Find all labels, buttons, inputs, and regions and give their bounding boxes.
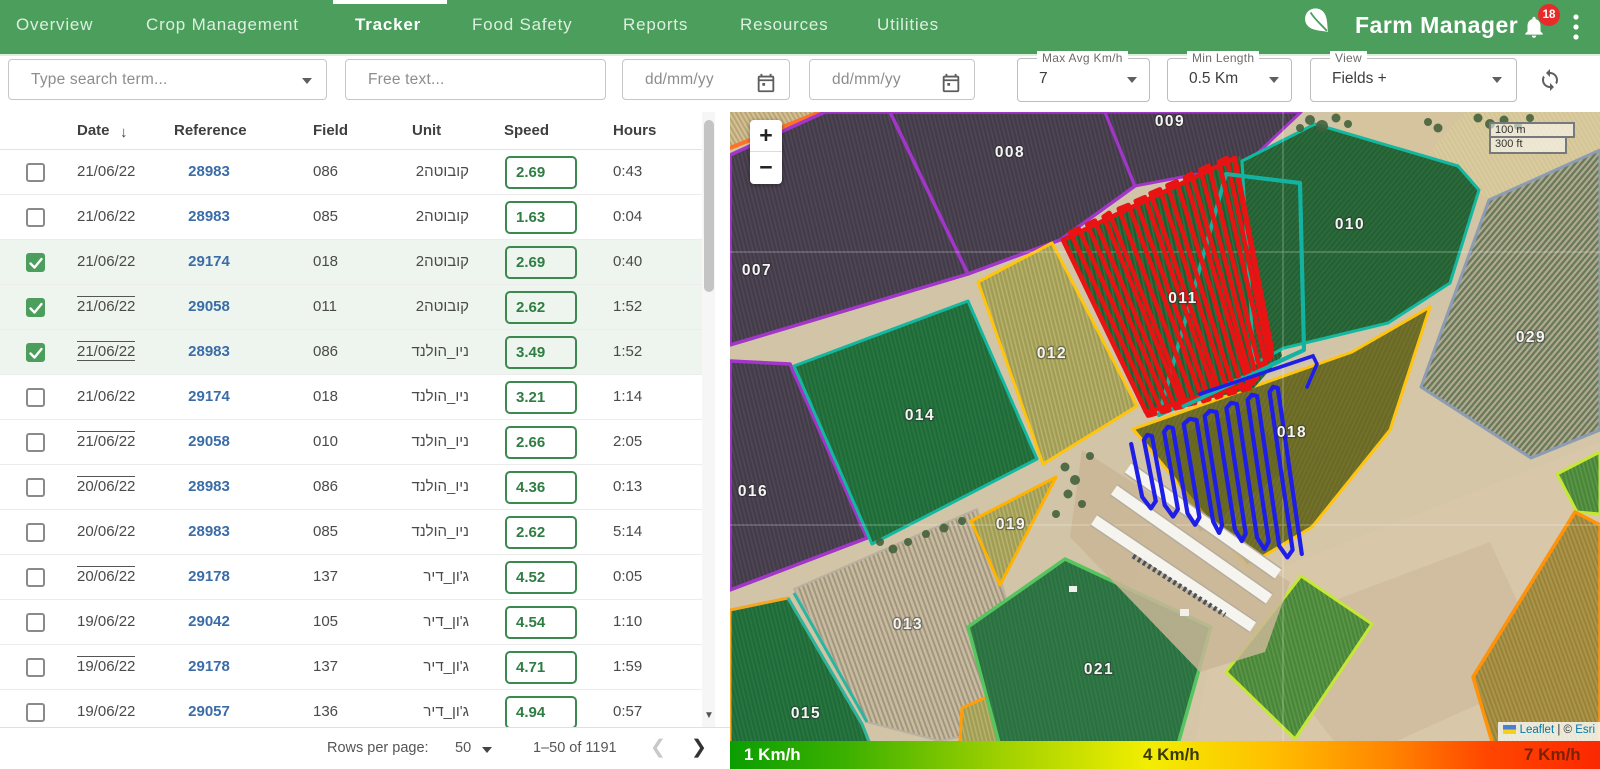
svg-text:015: 015	[791, 705, 821, 722]
svg-text:021: 021	[1084, 661, 1114, 678]
svg-text:008: 008	[995, 144, 1025, 161]
svg-text:009: 009	[1155, 113, 1185, 130]
svg-text:012: 012	[1037, 345, 1067, 362]
svg-text:019: 019	[996, 516, 1026, 533]
svg-text:010: 010	[1335, 216, 1365, 233]
svg-text:018: 018	[1277, 424, 1307, 441]
svg-text:013: 013	[893, 616, 923, 633]
svg-text:016: 016	[738, 483, 768, 500]
svg-text:007: 007	[742, 262, 772, 279]
svg-text:011: 011	[1168, 290, 1198, 307]
svg-text:014: 014	[905, 407, 935, 424]
svg-text:029: 029	[1516, 329, 1546, 346]
